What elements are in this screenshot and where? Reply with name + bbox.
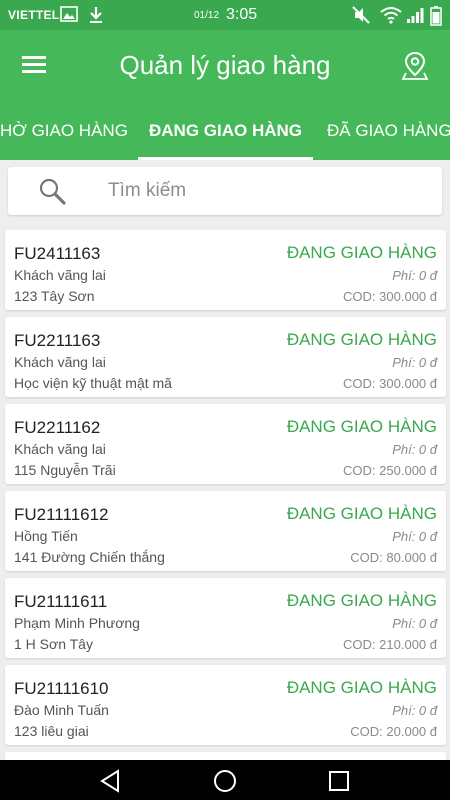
order-code: FU21111612 [14, 505, 109, 524]
order-list[interactable]: FU2411163 Khách vãng lai 123 Tây Sơn ĐAN… [0, 222, 450, 760]
tab-delivered[interactable]: ĐÃ GIAO HÀNG [327, 102, 450, 160]
cod-amount: COD: 210.000 đ [343, 637, 437, 652]
shipping-fee: Phí: 0 đ [392, 529, 437, 544]
search-input[interactable] [108, 175, 428, 207]
search-icon [38, 177, 66, 205]
search-box [8, 167, 442, 215]
customer-name: Khách vãng lai [14, 441, 106, 457]
status-label: ĐANG GIAO HÀNG [286, 417, 437, 436]
map-pin-icon[interactable] [400, 50, 430, 82]
cod-amount: COD: 300.000 đ [343, 376, 437, 391]
system-nav-bar [0, 760, 450, 800]
delivery-address: 123 Tây Sơn [14, 288, 95, 304]
order-card[interactable]: FU21111611 Phạm Minh Phương 1 H Sơn Tây … [5, 578, 446, 658]
cod-amount: COD: 300.000 đ [343, 289, 437, 304]
tab-waiting-delivery[interactable]: HỜ GIAO HÀNG [0, 102, 130, 160]
customer-name: Khách vãng lai [14, 267, 106, 283]
shipping-fee: Phí: 0 đ [392, 703, 437, 718]
carrier-label: VIETTEL [8, 8, 60, 22]
order-code: FU21111610 [14, 679, 109, 698]
status-label: ĐANG GIAO HÀNG [286, 504, 437, 523]
delivery-address: 115 Nguyễn Trãi [14, 462, 116, 478]
cod-amount: COD: 80.000 đ [350, 550, 437, 565]
order-card[interactable]: FU2211163 Khách vãng lai Học viện kỹ thu… [5, 317, 446, 397]
order-card[interactable]: FU2211162 Khách vãng lai 115 Nguyễn Trãi… [5, 404, 446, 484]
back-icon[interactable] [98, 768, 124, 794]
customer-name: Đào Minh Tuấn [14, 702, 109, 718]
customer-name: Khách vãng lai [14, 354, 106, 370]
shipping-fee: Phí: 0 đ [392, 355, 437, 370]
download-icon [88, 6, 104, 27]
battery-icon [430, 6, 442, 29]
order-code: FU2211163 [14, 331, 101, 350]
cod-amount: COD: 20.000 đ [350, 724, 437, 739]
shipping-fee: Phí: 0 đ [392, 442, 437, 457]
order-code: FU2211162 [14, 418, 101, 437]
delivery-address: 1 H Sơn Tây [14, 636, 93, 652]
status-label: ĐANG GIAO HÀNG [286, 330, 437, 349]
order-code: FU21111611 [14, 592, 108, 611]
status-label: ĐANG GIAO HÀNG [286, 678, 437, 697]
wifi-icon [380, 6, 402, 27]
page-title: Quản lý giao hàng [119, 50, 331, 80]
order-card[interactable]: FU21111612 Hồng Tiến 141 Đường Chiến thắ… [5, 491, 446, 571]
tab-delivering[interactable]: ĐANG GIAO HÀNG [138, 102, 313, 160]
mute-icon [352, 6, 370, 27]
order-card[interactable]: FU21111610 Đào Minh Tuấn 123 liêu giai Đ… [5, 665, 446, 745]
delivery-address: 123 liêu giai [14, 723, 89, 739]
delivery-address: Học viện kỹ thuật mật mã [14, 375, 172, 391]
customer-name: Hồng Tiến [14, 528, 78, 544]
image-icon [60, 6, 78, 25]
status-time: 3:05 [226, 6, 258, 23]
customer-name: Phạm Minh Phương [14, 615, 140, 631]
app-bar: Quản lý giao hàng [0, 30, 450, 102]
status-label: ĐANG GIAO HÀNG [286, 591, 437, 610]
status-date: 01/12 [194, 10, 220, 21]
shipping-fee: Phí: 0 đ [392, 616, 437, 631]
delivery-address: 141 Đường Chiến thắng [14, 549, 165, 565]
tab-bar: HỜ GIAO HÀNG ĐANG GIAO HÀNG ĐÃ GIAO HÀNG [0, 102, 450, 160]
signal-icon [406, 6, 424, 27]
recents-icon[interactable] [326, 768, 352, 794]
home-icon[interactable] [212, 768, 238, 794]
status-bar: VIETTEL 01/12 3:05 [0, 0, 450, 30]
search-bar [0, 160, 450, 222]
cod-amount: COD: 250.000 đ [343, 463, 437, 478]
order-card[interactable]: FU2411163 Khách vãng lai 123 Tây Sơn ĐAN… [5, 230, 446, 310]
order-code: FU2411163 [14, 244, 101, 263]
status-label: ĐANG GIAO HÀNG [286, 243, 437, 262]
shipping-fee: Phí: 0 đ [392, 268, 437, 283]
order-card-partial[interactable] [5, 752, 446, 760]
